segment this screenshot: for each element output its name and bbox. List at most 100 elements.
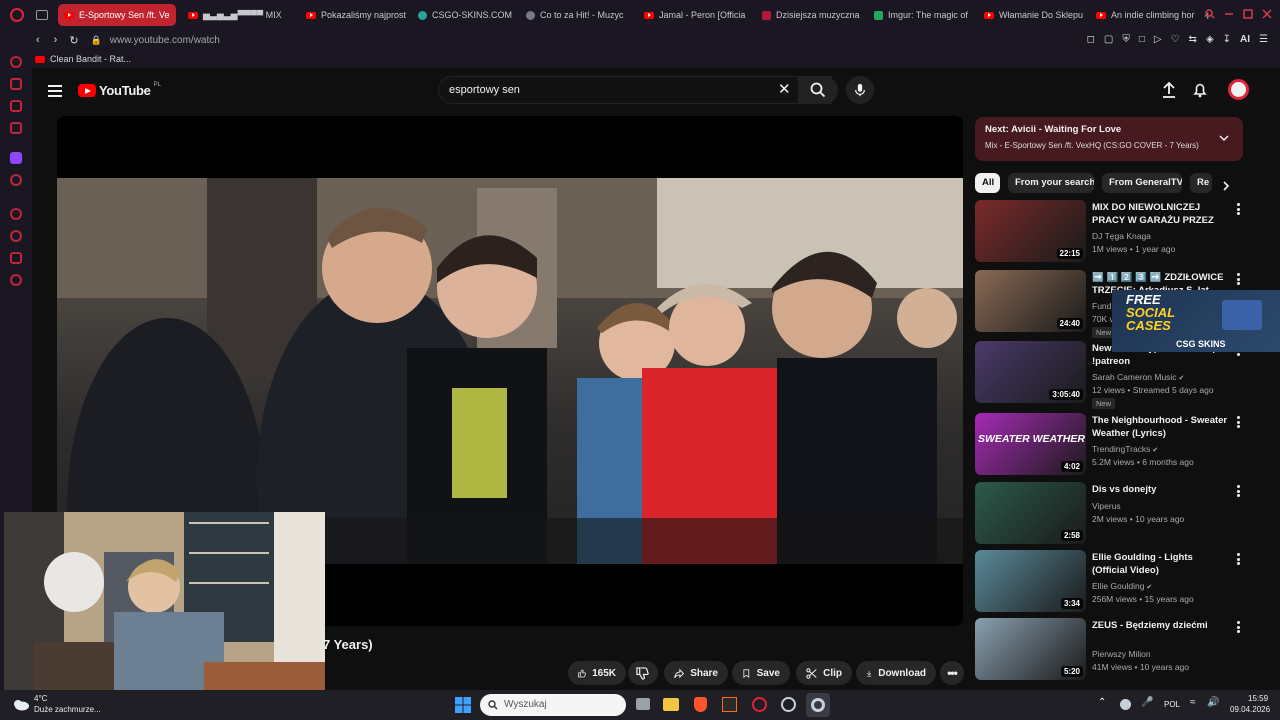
- windows-start-icon[interactable]: [455, 697, 471, 713]
- download-icon[interactable]: ↧: [1223, 34, 1231, 45]
- close-window-icon[interactable]: [1262, 9, 1272, 19]
- play-icon[interactable]: ▷: [1154, 34, 1162, 45]
- chip-from-your-search[interactable]: From your search: [1008, 173, 1094, 193]
- chip-from-generaltv[interactable]: From GeneralTV: [1102, 173, 1182, 193]
- search-button[interactable]: [798, 76, 838, 104]
- channel-name[interactable]: TrendingTracks ✔: [1092, 444, 1158, 454]
- weather-temp[interactable]: 4°C: [34, 694, 47, 703]
- recommended-video[interactable]: 3:34 Ellie Goulding - Lights (Official Vi…: [975, 550, 1243, 614]
- voice-search-button[interactable]: [846, 76, 874, 104]
- app-dark-icon[interactable]: [722, 697, 737, 712]
- brave-icon[interactable]: [694, 697, 707, 712]
- more-vertical-icon[interactable]: [1237, 273, 1241, 285]
- video-thumbnail[interactable]: 3:34: [975, 550, 1086, 612]
- tray-app-icon[interactable]: [1120, 699, 1131, 710]
- share-button[interactable]: Share: [664, 661, 728, 685]
- youtube-logo[interactable]: YouTube PL: [78, 82, 161, 98]
- tray-wifi-icon[interactable]: ≈: [1190, 697, 1196, 708]
- task-view-icon[interactable]: [636, 698, 650, 710]
- channel-name[interactable]: DJ Tęga Knaga: [1092, 231, 1151, 241]
- file-explorer-icon[interactable]: [663, 698, 679, 711]
- tray-microphone-icon[interactable]: 🎤: [1141, 697, 1153, 708]
- browser-tab[interactable]: An indie climbing hor: [1090, 4, 1198, 26]
- more-vertical-icon[interactable]: [1237, 553, 1241, 565]
- channel-name[interactable]: Sarah Cameron Music ✔: [1092, 372, 1184, 382]
- chip-all[interactable]: All: [975, 173, 1000, 193]
- forward-icon[interactable]: ›: [54, 34, 58, 46]
- language-indicator[interactable]: POL: [1164, 700, 1180, 709]
- snapshot-icon[interactable]: ▢: [1104, 34, 1113, 45]
- sidebar-box-icon[interactable]: [10, 252, 22, 264]
- search-input[interactable]: esportowy sen: [438, 76, 832, 104]
- avatar[interactable]: [1228, 79, 1249, 100]
- bookmark-item[interactable]: Clean Bandit - Rat...: [50, 54, 131, 64]
- more-vertical-icon[interactable]: [1237, 485, 1241, 497]
- clock-date[interactable]: 09.04.2026: [1230, 705, 1270, 714]
- browser-tab[interactable]: Co to za Hit! - Muzyc: [520, 4, 632, 26]
- browser-tab[interactable]: ▅▃▅▃▅▀▀▀▀ MIX: [182, 4, 294, 26]
- menu-icon[interactable]: ☰: [1259, 34, 1268, 45]
- sidebar-twitch-icon[interactable]: [10, 152, 22, 164]
- tray-volume-icon[interactable]: 🔊: [1207, 697, 1219, 708]
- chevron-down-icon[interactable]: [1219, 134, 1229, 142]
- clock-time[interactable]: 15:59: [1248, 694, 1268, 703]
- recommended-video[interactable]: 2:58 Dis vs donejty Viperus 2M views • 10 y…: [975, 482, 1243, 546]
- video-thumbnail[interactable]: 22:15: [975, 200, 1086, 262]
- sidebar-history-icon[interactable]: [10, 230, 22, 242]
- sidebar-aria-icon[interactable]: [10, 78, 22, 90]
- sidebar-messenger-icon[interactable]: [10, 100, 22, 112]
- chevron-right-icon[interactable]: [1222, 181, 1230, 191]
- weather-desc[interactable]: Duże zachmurze...: [34, 705, 101, 714]
- back-icon[interactable]: ‹: [36, 34, 40, 46]
- recommended-video[interactable]: 5:20 ZEUS - Będziemy dziećmi Pierwszy Mili…: [975, 618, 1243, 682]
- shield-icon[interactable]: ⛨: [1122, 34, 1130, 45]
- extensions-icon[interactable]: ◈: [1206, 34, 1214, 45]
- video-title[interactable]: MIX DO NIEWOLNICZEJ PRACY W GARAŻU PRZEZ…: [1092, 202, 1228, 228]
- channel-name[interactable]: Ellie Goulding ✔: [1092, 581, 1152, 591]
- steam-icon[interactable]: [781, 697, 796, 712]
- csgo-skins-ad-banner[interactable]: FREE SOCIAL CASES CSG SKINS: [1112, 290, 1280, 352]
- heart-icon[interactable]: ♡: [1171, 34, 1180, 45]
- video-title[interactable]: Dis vs donejty: [1092, 484, 1228, 497]
- video-thumbnail[interactable]: 24:40: [975, 270, 1086, 332]
- video-thumbnail[interactable]: 3:05:40: [975, 341, 1086, 403]
- more-vertical-icon[interactable]: [1237, 416, 1241, 428]
- tray-chevron-up-icon[interactable]: ⌃: [1098, 697, 1106, 708]
- sidebar-youtube-icon[interactable]: [10, 174, 22, 186]
- browser-tab[interactable]: E-Sportowy Sen /ft. Ve: [58, 4, 176, 26]
- url-field[interactable]: www.youtube.com/watch: [110, 35, 220, 46]
- sidebar-home-icon[interactable]: [10, 56, 22, 68]
- video-title[interactable]: Ellie Goulding - Lights (Official Video): [1092, 552, 1228, 577]
- settings-taskbar-icon[interactable]: [806, 693, 830, 717]
- notifications-bell-icon[interactable]: [1193, 82, 1207, 98]
- sync-icon[interactable]: ⇆: [1189, 34, 1197, 45]
- sidebar-settings-icon[interactable]: [10, 274, 22, 286]
- clip-button[interactable]: Clip: [796, 661, 852, 685]
- opera-taskbar-icon[interactable]: [752, 697, 767, 712]
- upload-icon[interactable]: [1162, 82, 1176, 98]
- video-title[interactable]: The Neighbourhood - Sweater Weather (Lyr…: [1092, 415, 1228, 440]
- opera-logo-icon[interactable]: [10, 8, 24, 22]
- video-title[interactable]: ZEUS - Będziemy dziećmi: [1092, 620, 1228, 633]
- clear-search-icon[interactable]: ✕: [778, 80, 791, 98]
- channel-name[interactable]: Viperus: [1092, 501, 1121, 511]
- cube-icon[interactable]: □: [1139, 34, 1145, 45]
- more-vertical-icon[interactable]: [1237, 203, 1241, 215]
- chip-related[interactable]: Re: [1190, 173, 1212, 193]
- download-button[interactable]: Download: [856, 661, 936, 685]
- aria-ai-icon[interactable]: AI: [1240, 34, 1250, 45]
- hamburger-menu-icon[interactable]: [48, 82, 62, 100]
- video-thumbnail[interactable]: SWEATER WEATHER 4:02: [975, 413, 1086, 475]
- browser-tab[interactable]: Włamanie Do Sklepu: [978, 4, 1084, 26]
- sidebar-m-icon[interactable]: [10, 122, 22, 134]
- save-button[interactable]: Save: [732, 661, 790, 685]
- tab-overview-icon[interactable]: [36, 10, 48, 20]
- video-thumbnail[interactable]: 2:58: [975, 482, 1086, 544]
- browser-tab[interactable]: Imgur: The magic of: [868, 4, 972, 26]
- recommended-video[interactable]: SWEATER WEATHER 4:02 The Neighbourhood - S…: [975, 413, 1243, 477]
- browser-tab[interactable]: Jamal - Peron [Officia: [638, 4, 750, 26]
- taskbar-search-field[interactable]: Wyszukaj: [480, 694, 626, 716]
- bookmark-icon[interactable]: ◻: [1087, 34, 1095, 45]
- recommended-video[interactable]: 22:15 MIX DO NIEWOLNICZEJ PRACY W GARAŻU …: [975, 200, 1243, 264]
- channel-name[interactable]: Pierwszy Milion: [1092, 649, 1151, 659]
